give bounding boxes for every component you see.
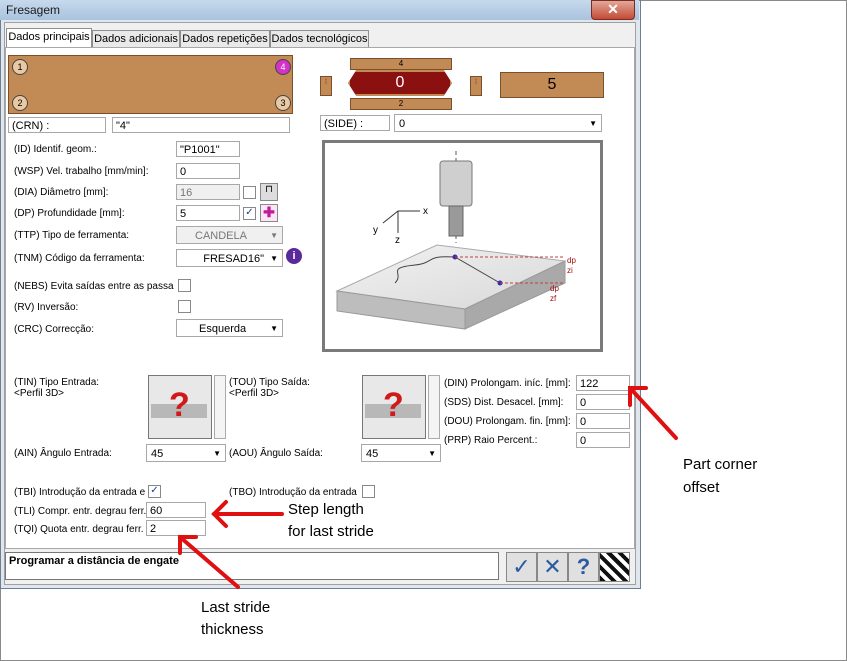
annotation-step-length: Step length for last stride [288, 501, 374, 540]
arrow-last-stride [178, 535, 240, 589]
arrow-part-corner [628, 386, 678, 440]
annotation-part-corner: Part corner offset [683, 456, 758, 496]
annotation-last-stride: Last stride thickness [201, 599, 271, 638]
annotation-arrows [178, 386, 678, 589]
